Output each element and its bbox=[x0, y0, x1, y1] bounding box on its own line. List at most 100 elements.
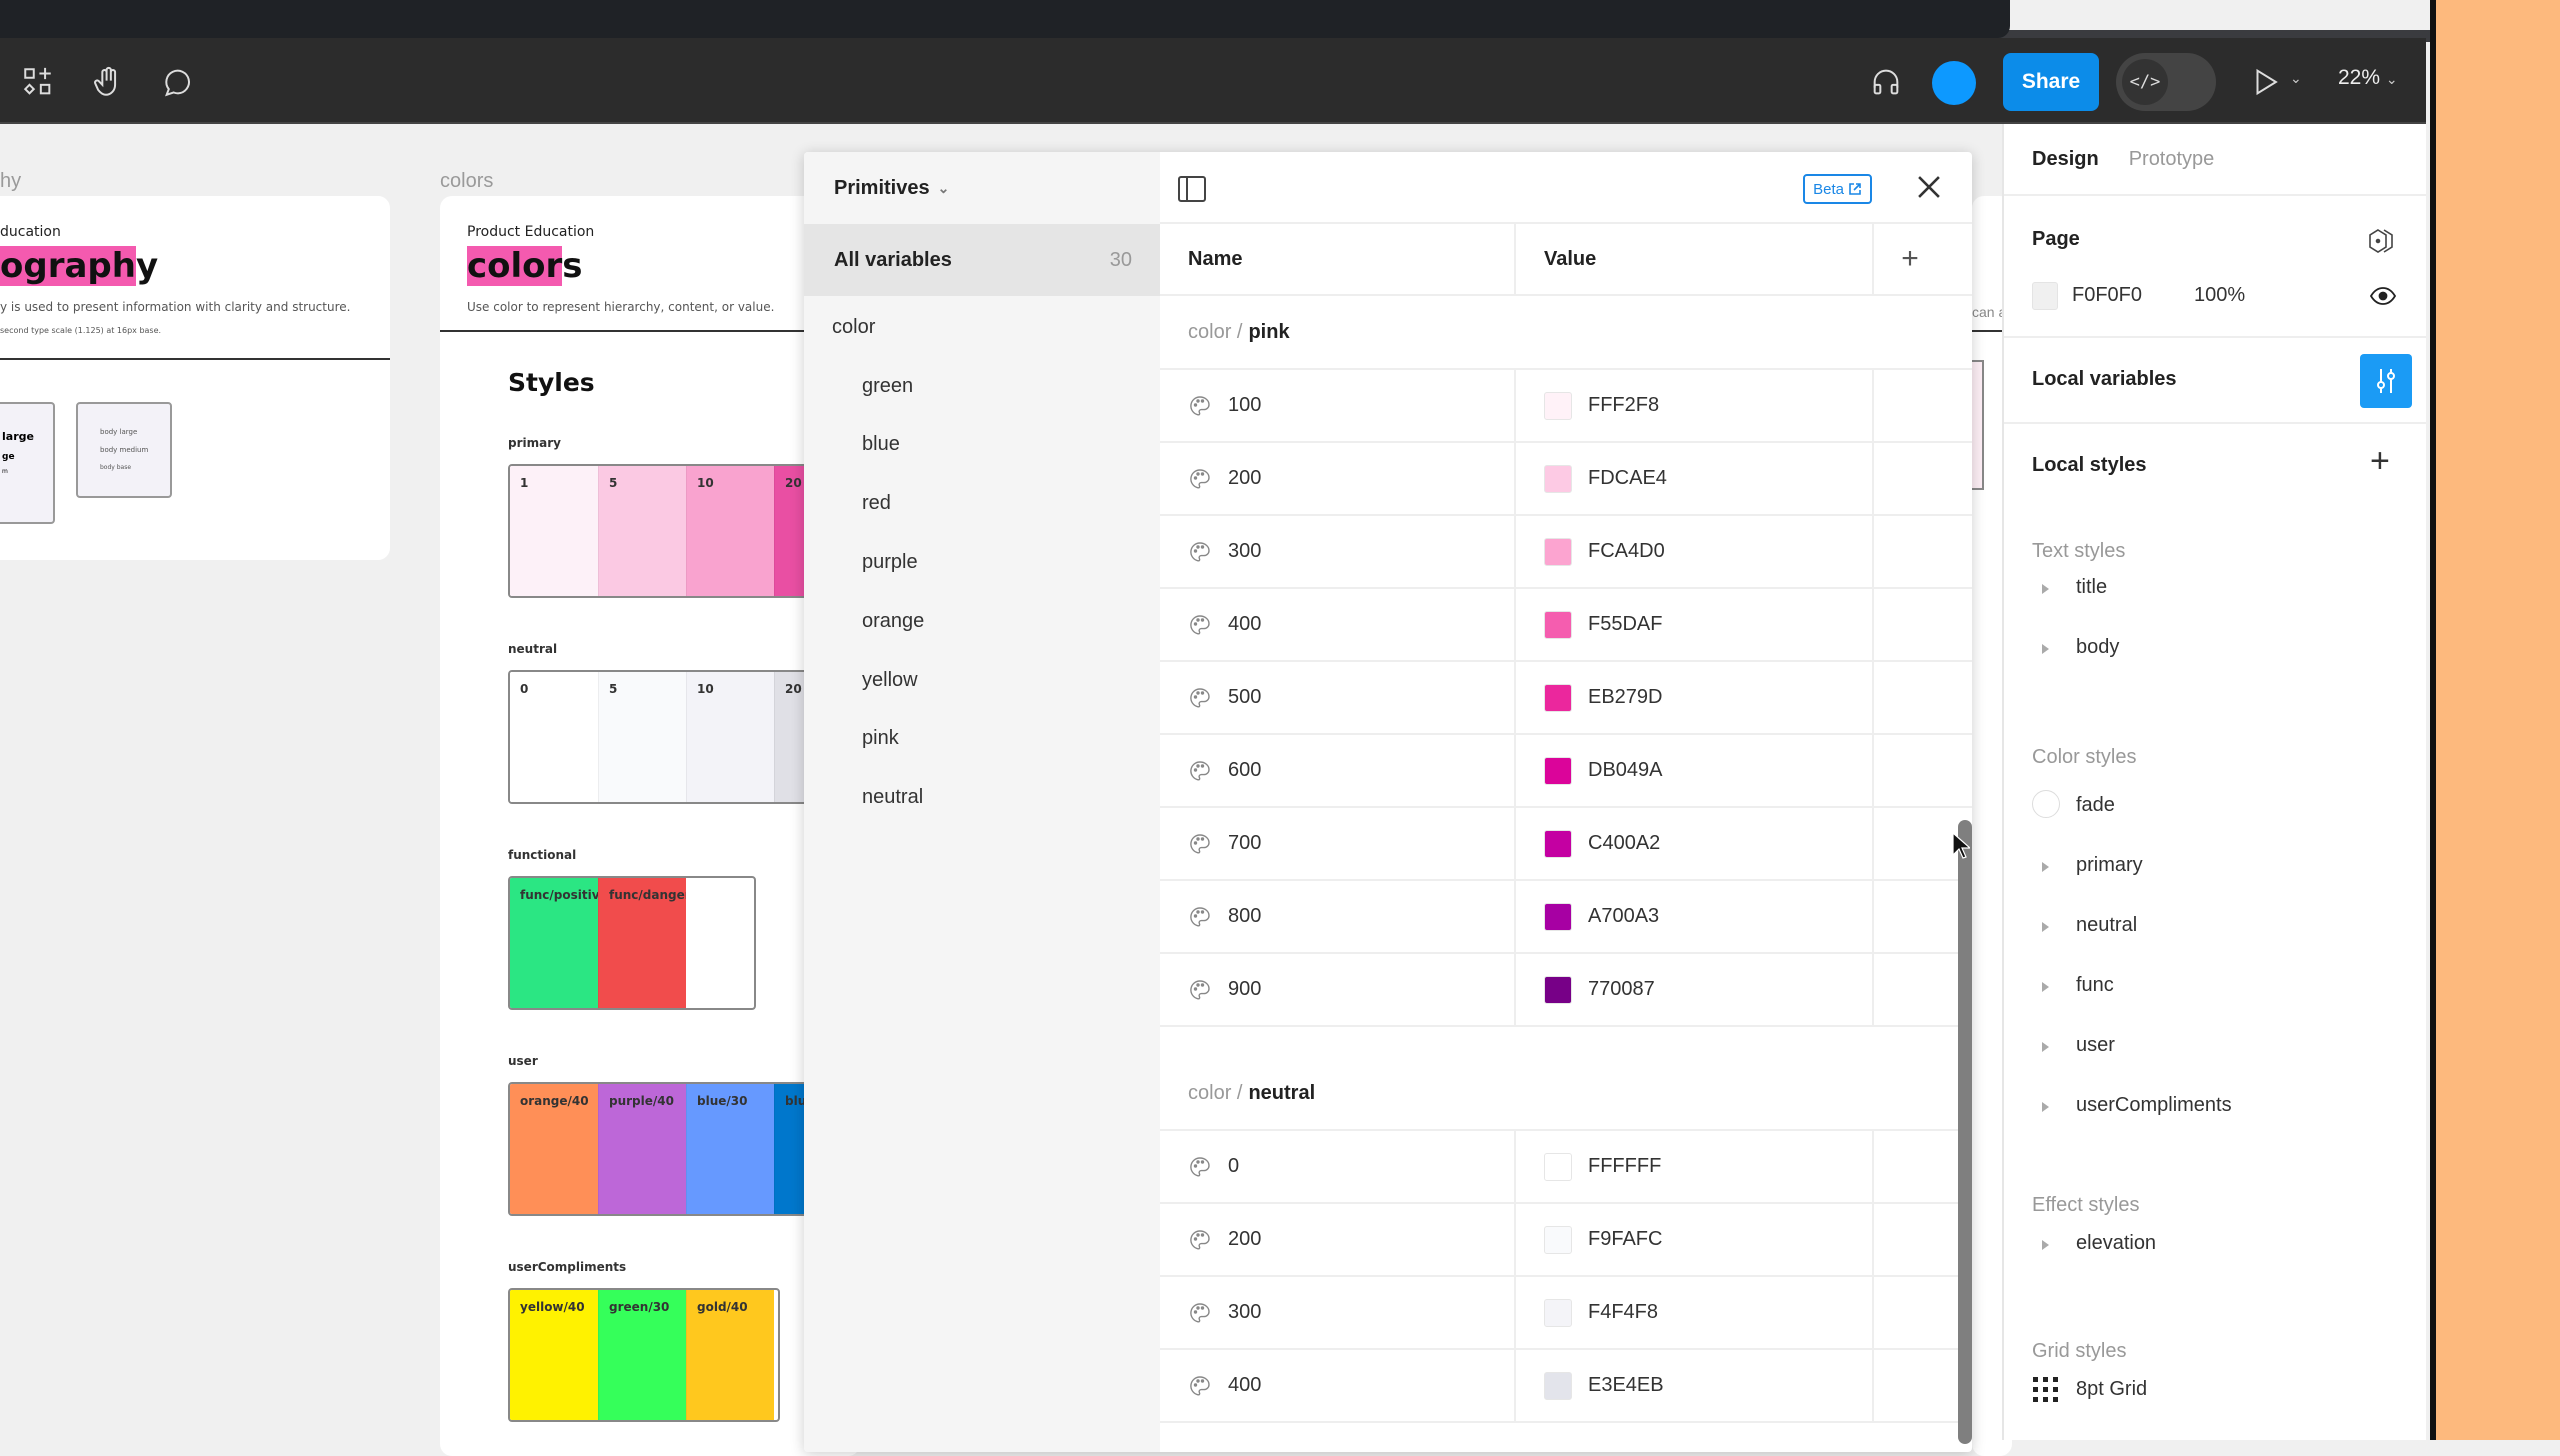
expand-triangle-icon[interactable] bbox=[2042, 1042, 2049, 1052]
add-mode-button[interactable]: + bbox=[1874, 224, 1946, 294]
style-item-elevation[interactable]: elevation bbox=[2076, 1232, 2156, 1255]
frame-label-colors[interactable]: colors bbox=[440, 170, 493, 193]
open-variables-button[interactable] bbox=[2360, 354, 2412, 408]
close-icon[interactable] bbox=[1912, 170, 1946, 204]
variable-value-cell[interactable]: F55DAF bbox=[1516, 589, 1874, 660]
variable-value-cell[interactable]: F4F4F8 bbox=[1516, 1277, 1874, 1348]
group-item-yellow[interactable]: yellow bbox=[804, 651, 1160, 710]
sidebar-toggle-icon[interactable] bbox=[1178, 176, 1206, 202]
present-chevron-down-icon[interactable]: ⌄ bbox=[2290, 70, 2302, 87]
variable-name-cell[interactable]: 800 bbox=[1160, 881, 1516, 952]
color-swatch[interactable]: 0 bbox=[510, 672, 598, 802]
expand-triangle-icon[interactable] bbox=[2042, 1240, 2049, 1250]
headphones-icon[interactable] bbox=[1868, 64, 1904, 100]
style-item-body[interactable]: body bbox=[2076, 636, 2119, 659]
group-item-green[interactable]: green bbox=[804, 357, 1160, 416]
color-swatch[interactable] bbox=[1544, 756, 1572, 785]
style-item-func[interactable]: func bbox=[2076, 974, 2114, 997]
table-row[interactable]: 0 FFFFFF bbox=[1160, 1131, 1972, 1204]
variable-name-cell[interactable]: 100 bbox=[1160, 370, 1516, 441]
color-swatch[interactable]: blue/30 bbox=[686, 1084, 774, 1214]
color-swatch[interactable] bbox=[1544, 975, 1572, 1004]
group-item-purple[interactable]: purple bbox=[804, 533, 1160, 592]
table-row[interactable]: 900 770087 bbox=[1160, 954, 1972, 1027]
table-row[interactable]: 600 DB049A bbox=[1160, 735, 1972, 808]
variable-value-cell[interactable]: A700A3 bbox=[1516, 881, 1874, 952]
group-item-pink[interactable]: pink bbox=[804, 710, 1160, 769]
table-row[interactable]: 400 F55DAF bbox=[1160, 589, 1972, 662]
variable-value-cell[interactable]: FCA4D0 bbox=[1516, 516, 1874, 587]
variable-value-cell[interactable]: FFFFFF bbox=[1516, 1131, 1874, 1202]
style-item-usercompliments[interactable]: userCompliments bbox=[2076, 1094, 2232, 1117]
variable-value-cell[interactable]: FFF2F8 bbox=[1516, 370, 1874, 441]
assets-icon[interactable] bbox=[20, 64, 56, 100]
color-swatch[interactable]: yellow/40 bbox=[510, 1290, 598, 1420]
group-item-red[interactable]: red bbox=[804, 474, 1160, 533]
color-swatch[interactable] bbox=[1544, 537, 1572, 566]
collection-dropdown[interactable]: Primitives ⌄ bbox=[804, 152, 1160, 224]
tab-design[interactable]: Design bbox=[2032, 148, 2099, 171]
variable-value-cell[interactable]: F9FAFC bbox=[1516, 1204, 1874, 1275]
page-opacity-value[interactable]: 100% bbox=[2194, 284, 2245, 307]
color-swatch[interactable]: orange/40 bbox=[510, 1084, 598, 1214]
table-row[interactable]: 400 E3E4EB bbox=[1160, 1350, 1972, 1423]
beta-badge[interactable]: Beta bbox=[1803, 174, 1872, 204]
style-item-primary[interactable]: primary bbox=[2076, 854, 2143, 877]
variable-name-cell[interactable]: 400 bbox=[1160, 589, 1516, 660]
avatar[interactable] bbox=[1932, 61, 1976, 105]
zoom-level-dropdown[interactable]: 22% ⌄ bbox=[2338, 66, 2398, 90]
comment-icon[interactable] bbox=[160, 64, 196, 100]
page-color-swatch[interactable] bbox=[2032, 282, 2058, 310]
group-item-orange[interactable]: orange bbox=[804, 592, 1160, 651]
style-item-neutral[interactable]: neutral bbox=[2076, 914, 2137, 937]
expand-triangle-icon[interactable] bbox=[2042, 862, 2049, 872]
hand-tool-icon[interactable] bbox=[90, 64, 126, 100]
color-swatch[interactable]: func/positive bbox=[510, 878, 598, 1008]
dev-mode-toggle[interactable]: </> bbox=[2116, 53, 2216, 111]
color-swatch[interactable] bbox=[1544, 464, 1572, 493]
add-style-button[interactable]: + bbox=[2370, 442, 2390, 481]
frame-label-typography[interactable]: hy bbox=[0, 170, 21, 193]
table-row[interactable]: 700 C400A2 bbox=[1160, 808, 1972, 881]
share-button[interactable]: Share bbox=[2003, 53, 2099, 111]
variable-value-cell[interactable]: EB279D bbox=[1516, 662, 1874, 733]
color-swatch[interactable] bbox=[1544, 1298, 1572, 1327]
color-swatch[interactable] bbox=[1544, 1371, 1572, 1400]
color-swatch[interactable]: 10 bbox=[686, 466, 774, 596]
color-swatch[interactable] bbox=[1544, 610, 1572, 639]
expand-triangle-icon[interactable] bbox=[2042, 982, 2049, 992]
expand-triangle-icon[interactable] bbox=[2042, 1102, 2049, 1112]
variable-name-cell[interactable]: 200 bbox=[1160, 443, 1516, 514]
style-item-title[interactable]: title bbox=[2076, 576, 2107, 599]
color-swatch[interactable]: 5 bbox=[598, 672, 686, 802]
style-item-user[interactable]: user bbox=[2076, 1034, 2115, 1057]
variable-name-cell[interactable]: 300 bbox=[1160, 516, 1516, 587]
variable-value-cell[interactable]: FDCAE4 bbox=[1516, 443, 1874, 514]
table-row[interactable]: 200 F9FAFC bbox=[1160, 1204, 1972, 1277]
group-item-color[interactable]: color bbox=[804, 298, 1160, 357]
color-swatch[interactable]: 1 bbox=[510, 466, 598, 596]
color-swatch[interactable] bbox=[1544, 1152, 1572, 1181]
color-swatch[interactable] bbox=[1544, 1225, 1572, 1254]
table-row[interactable]: 300 FCA4D0 bbox=[1160, 516, 1972, 589]
group-item-blue[interactable]: blue bbox=[804, 416, 1160, 475]
variable-name-cell[interactable]: 600 bbox=[1160, 735, 1516, 806]
variable-name-cell[interactable]: 0 bbox=[1160, 1131, 1516, 1202]
library-icon[interactable] bbox=[2368, 228, 2396, 254]
variable-value-cell[interactable]: E3E4EB bbox=[1516, 1350, 1874, 1421]
swatch-strip-usercompliments[interactable]: yellow/40 green/30 gold/40 bbox=[508, 1288, 780, 1422]
page-color-value[interactable]: F0F0F0 bbox=[2072, 284, 2142, 307]
color-swatch[interactable]: func/danger bbox=[598, 878, 686, 1008]
expand-triangle-icon[interactable] bbox=[2042, 922, 2049, 932]
table-row[interactable]: 300 F4F4F8 bbox=[1160, 1277, 1972, 1350]
expand-triangle-icon[interactable] bbox=[2042, 584, 2049, 594]
variable-value-cell[interactable]: 770087 bbox=[1516, 954, 1874, 1025]
color-swatch[interactable] bbox=[1544, 391, 1572, 420]
color-swatch[interactable]: 10 bbox=[686, 672, 774, 802]
all-variables-item[interactable]: All variables 30 bbox=[804, 224, 1160, 296]
table-row[interactable]: 500 EB279D bbox=[1160, 662, 1972, 735]
variable-value-cell[interactable]: DB049A bbox=[1516, 735, 1874, 806]
tab-prototype[interactable]: Prototype bbox=[2129, 148, 2215, 171]
variable-value-cell[interactable]: C400A2 bbox=[1516, 808, 1874, 879]
color-swatch[interactable]: gold/40 bbox=[686, 1290, 774, 1420]
